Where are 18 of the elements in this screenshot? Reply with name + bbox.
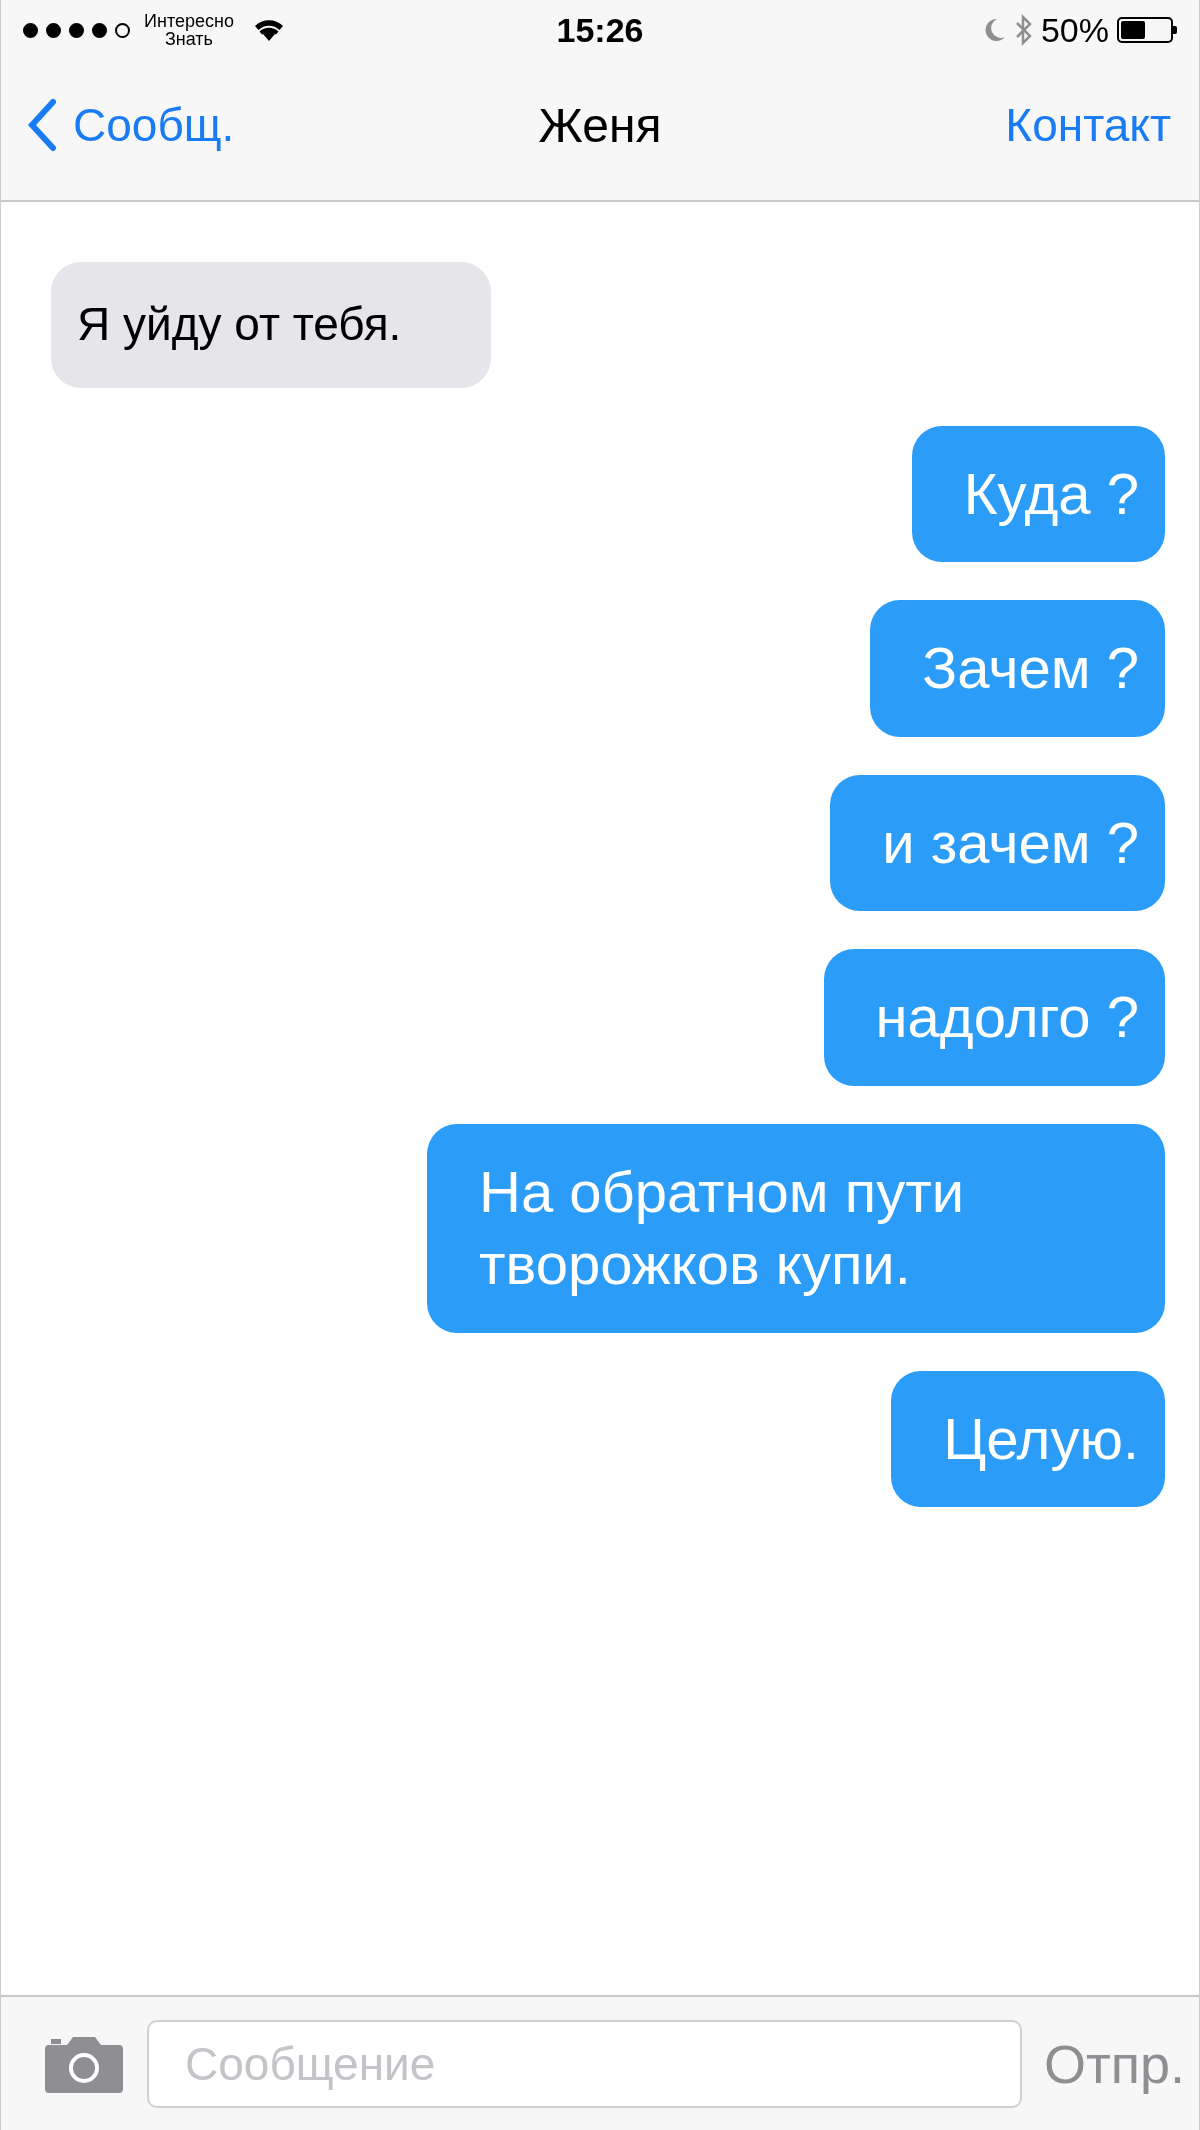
status-time: 15:26: [556, 10, 644, 50]
send-button[interactable]: Отпр.: [1044, 2032, 1185, 2095]
carrier-name: Интересно Знать: [144, 12, 234, 48]
battery-icon: [1117, 17, 1177, 43]
contact-name: Женя: [538, 97, 662, 153]
message-bubble: Целую.: [891, 1370, 1165, 1507]
message-bubble: Куда ?: [911, 425, 1165, 562]
contact-button[interactable]: Контакт: [1005, 98, 1171, 152]
message-field[interactable]: Сообщение: [147, 2019, 1022, 2108]
chevron-icon: [27, 98, 57, 152]
message-bubble: На обратном пути творожков купи.: [427, 1123, 1165, 1333]
message-bubble: Я уйду от тебя.: [51, 262, 492, 388]
message-bubble: надолго ?: [823, 949, 1165, 1086]
bluetooth-icon: [1014, 14, 1033, 46]
message-bubble: Зачем ?: [870, 600, 1165, 737]
battery-percent: 50%: [1040, 10, 1109, 50]
back-button[interactable]: Сообщ.: [27, 98, 235, 152]
message-bubble: и зачем ?: [830, 774, 1165, 911]
